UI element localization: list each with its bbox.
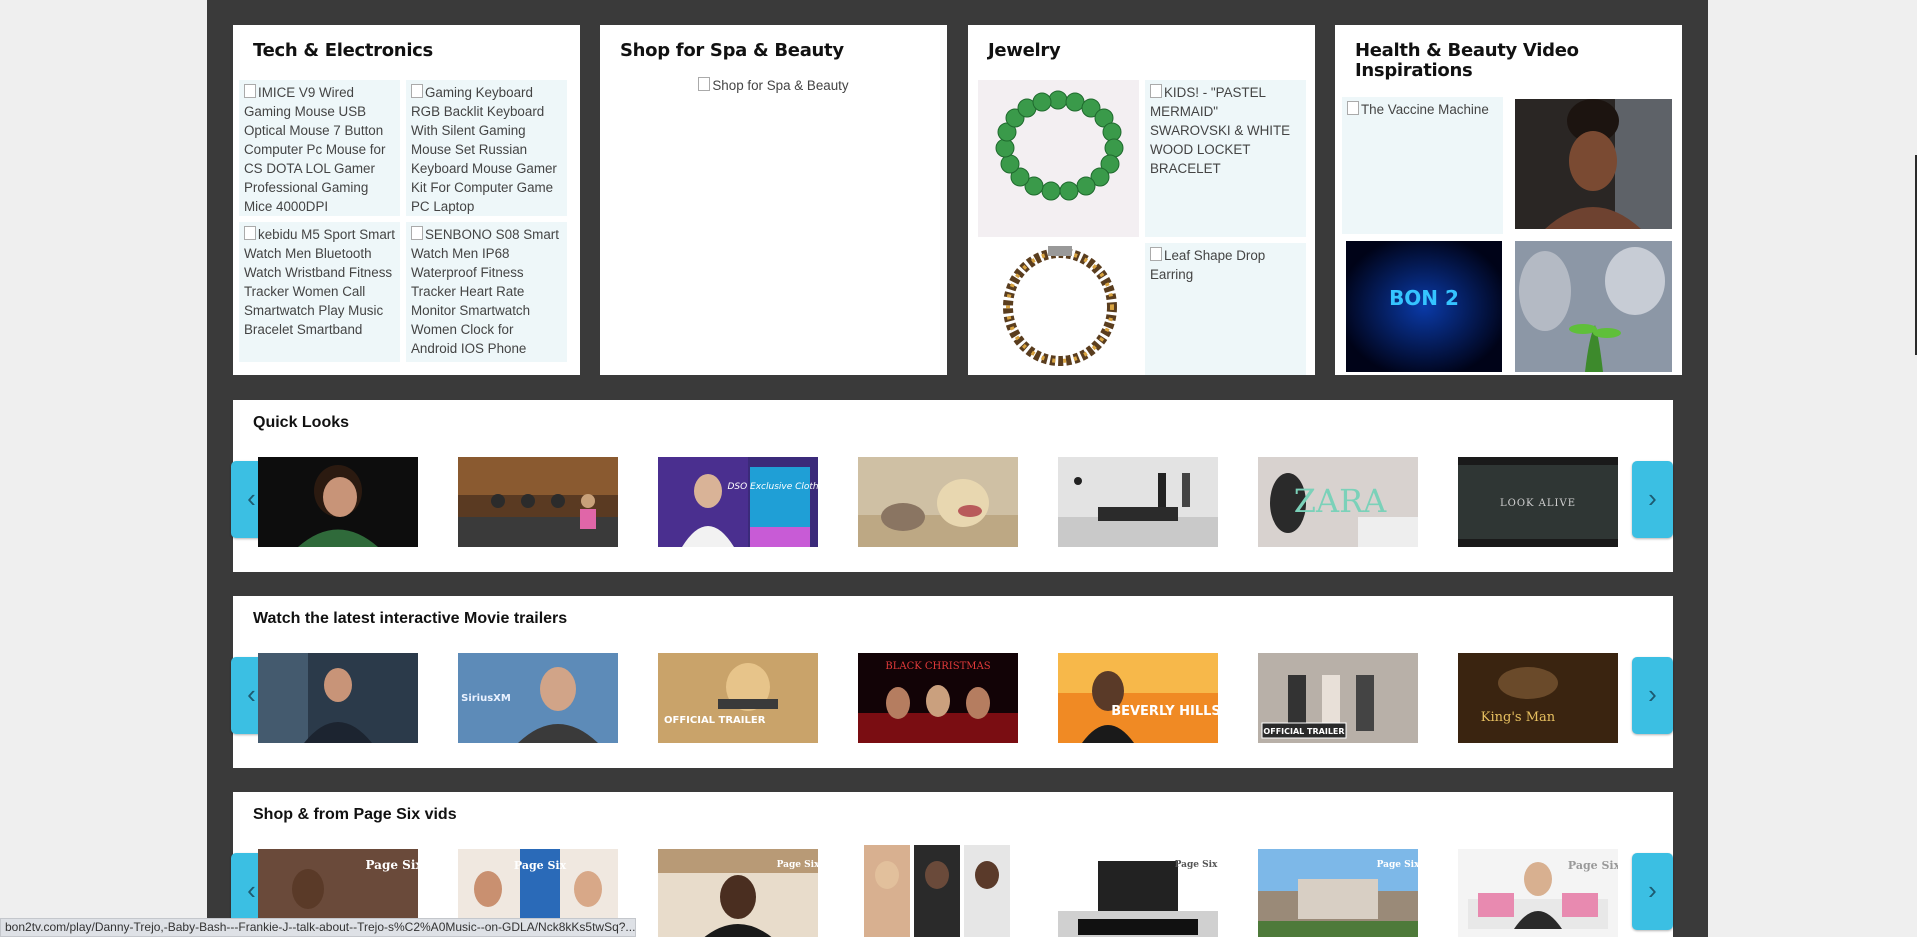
thumb-royal-smiling-woman[interactable] [258,457,418,547]
necklace-image [1003,246,1117,366]
video-tile-bon2[interactable]: BON 2 [1346,241,1502,372]
product-tile-green-bracelet[interactable] [978,80,1139,237]
thumb-overlay-text: Page Six [1175,860,1218,870]
thumb-overlay-text: ZARA [1294,482,1387,520]
section-title: Quick Looks [253,414,350,431]
thumb-overlay-text: OFFICIAL TRAILER [1263,727,1344,736]
category-card-jewelry: Jewelry KIDS! - "PASTEL MERMAID" SWAROVS… [968,25,1315,375]
browser-status-url: bon2tv.com/play/Danny-Trejo,-Baby-Bash--… [0,918,636,937]
green-bracelet-image [978,80,1139,237]
spa-image-link[interactable]: Shop for Spa & Beauty [600,77,947,93]
thumb-official-trailer-action[interactable]: OFFICIAL TRAILER [658,653,818,743]
bon2-logo-text: BON 2 [1389,286,1459,310]
thumb-black-christmas[interactable]: BLACK CHRISTMAS [858,653,1018,743]
thumb-page-six-6[interactable]: Page Six [1258,849,1418,937]
section-title: Watch the latest interactive Movie trail… [253,610,568,627]
category-card-spa: Shop for Spa & Beauty Shop for Spa & Bea… [600,25,947,375]
thumb-overlay-text: Page Six [777,860,818,870]
thumb-overlay-text: BEVERLY HILLS [1111,704,1218,719]
thumb-page-six-3[interactable]: Page Six [658,849,818,937]
thumb-showroom[interactable] [1058,457,1218,547]
thumb-overlay-text: BLACK CHRISTMAS [885,661,990,672]
card-title: Tech & Electronics [253,40,433,61]
section-title: Shop & from Page Six vids [253,806,457,823]
thumb-page-six-4[interactable] [858,845,1018,937]
product-tile-gaming-mouse[interactable]: IMICE V9 Wired Gaming Mouse USB Optical … [239,80,400,216]
thumb-overlay-text: Page Six [1377,860,1418,870]
carousel-page-six: Shop & from Page Six vids ‹ Page Six Pag… [231,792,1673,937]
thumb-overlay-text: Page Six [514,859,567,872]
product-tile-gaming-keyboard[interactable]: Gaming Keyboard RGB Backlit Keyboard Wit… [406,80,567,216]
product-tile-smart-watch-s08[interactable]: SENBONO S08 Smart Watch Men IP68 Waterpr… [406,222,567,362]
thumb-overlay-text: Page Six [1568,859,1618,872]
product-tile-leaf-earring[interactable]: Leaf Shape Drop Earring [1145,243,1306,375]
thumb-overlay-text: SiriusXM [461,693,511,704]
thumb-page-six-5[interactable]: Page Six [1058,849,1218,937]
carousel-next-button[interactable]: › [1632,853,1673,930]
product-tile-smart-watch-m5[interactable]: kebidu M5 Sport Smart Watch Men Bluetoot… [239,222,400,362]
video-tile-vaccine-machine[interactable]: The Vaccine Machine [1342,97,1503,234]
thumb-dog-and-cat[interactable] [858,457,1018,547]
thumb-beverly-hills-cop[interactable]: BEVERLY HILLS [1058,653,1218,743]
thumb-man-in-suit[interactable] [258,653,418,743]
thumb-charlies-angels[interactable]: OFFICIAL TRAILER [1258,653,1418,743]
bon2-logo-image: BON 2 [1346,241,1502,372]
thumb-siriusxm-interview[interactable]: SiriusXM [458,653,618,743]
card-title: Jewelry [988,40,1061,61]
video-tile-woman-portrait[interactable] [1515,99,1672,229]
category-card-health: Health & Beauty Video Inspirations The V… [1335,25,1682,375]
carousel-quick-looks: Quick Looks ‹ DSO Exclusive Clothing ZAR… [231,400,1673,572]
product-tile-beaded-necklace[interactable] [978,243,1139,375]
thumb-overlay-text: Page Six [365,858,418,872]
thumb-look-alive[interactable]: LOOK ALIVE [1458,457,1618,547]
thumb-overlay-text: DSO Exclusive Clothing [727,482,818,492]
carousel-next-button[interactable]: › [1632,657,1673,734]
thumb-zara[interactable]: ZARA [1258,457,1418,547]
thumb-kings-man[interactable]: King's Man [1458,653,1618,743]
thumb-exclusive-clothing[interactable]: DSO Exclusive Clothing [658,457,818,547]
thumb-overlay-text: King's Man [1481,710,1556,725]
category-card-tech: Tech & Electronics IMICE V9 Wired Gaming… [233,25,580,375]
thumb-page-six-7[interactable]: Page Six [1458,849,1618,937]
thumb-overlay-text: OFFICIAL TRAILER [664,715,766,726]
woman-portrait-image [1515,99,1672,229]
thumb-overlay-text: LOOK ALIVE [1500,498,1576,509]
card-title: Shop for Spa & Beauty [620,40,844,61]
product-tile-mermaid-bracelet[interactable]: KIDS! - "PASTEL MERMAID" SWAROVSKI & WHI… [1145,80,1306,237]
card-title: Health & Beauty Video Inspirations [1355,40,1579,81]
thumb-talk-show-set[interactable] [458,457,618,547]
video-tile-robot-plant[interactable] [1515,241,1672,372]
carousel-next-button[interactable]: › [1632,461,1673,538]
carousel-movie-trailers: Watch the latest interactive Movie trail… [231,596,1673,768]
robot-plant-image [1515,241,1672,372]
